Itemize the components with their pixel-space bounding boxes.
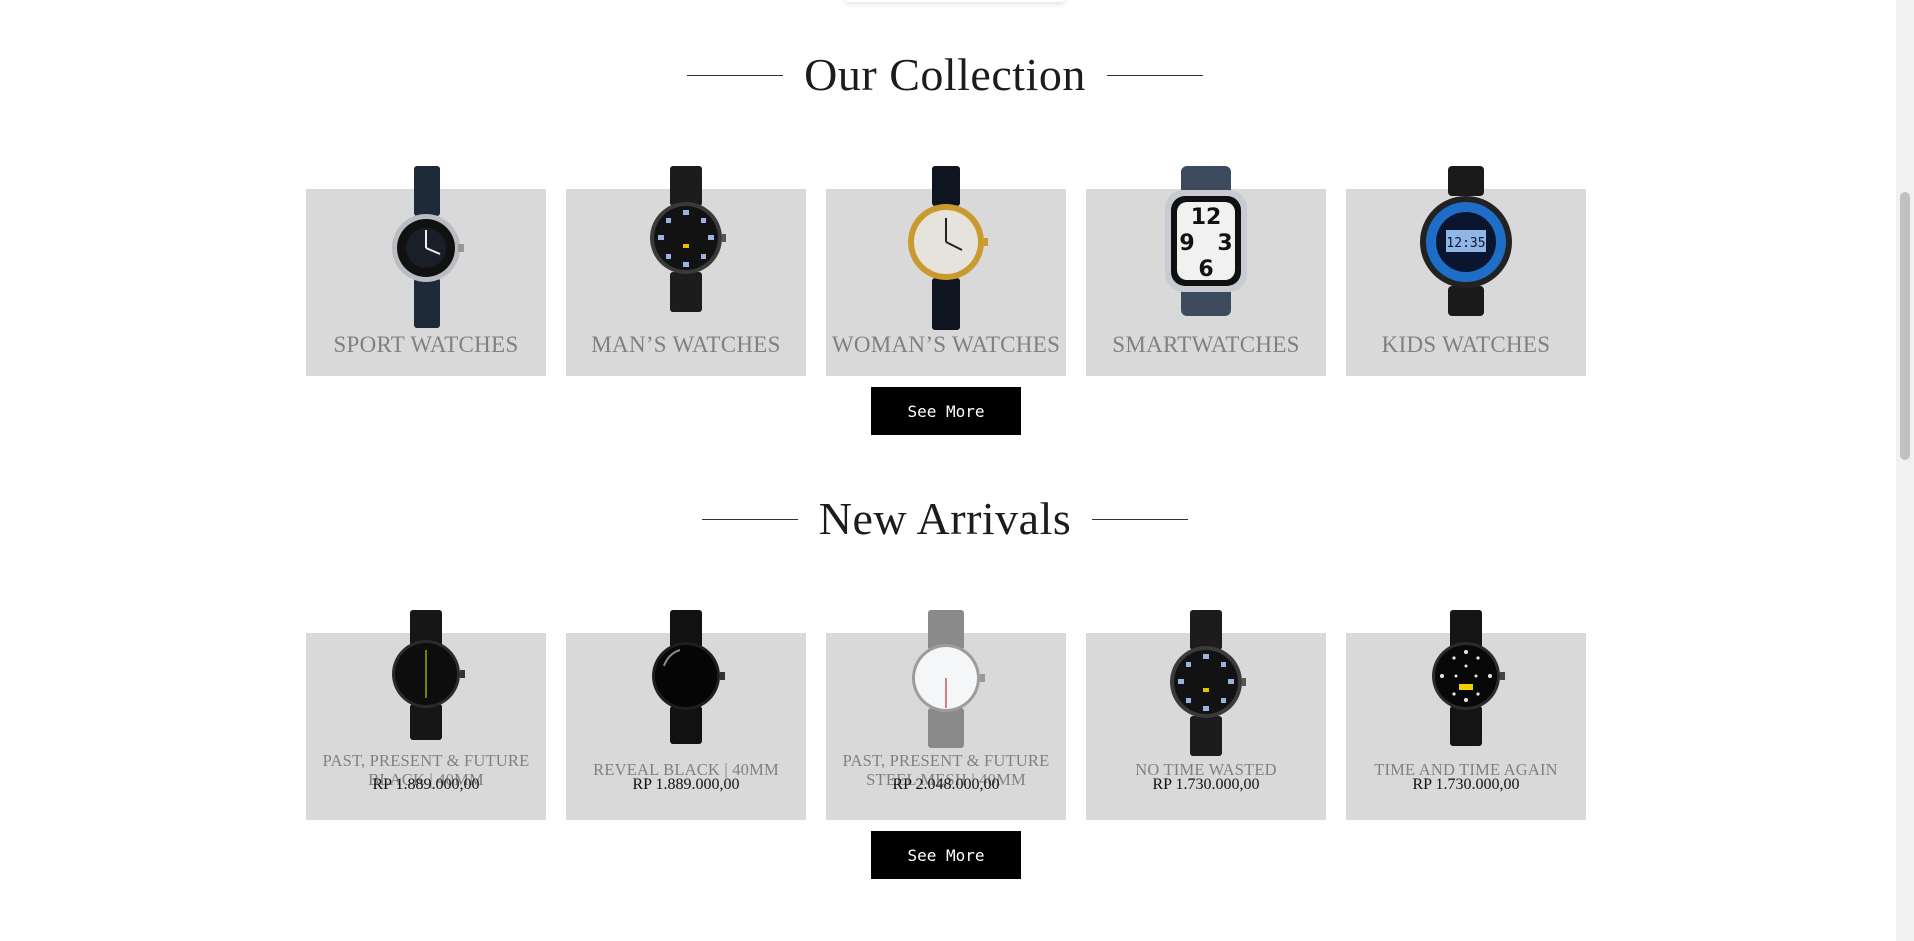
reveal-watch-icon xyxy=(652,610,725,744)
product-price: RP 1.730.000,00 xyxy=(1152,776,1260,793)
arrivals-grid: PAST, PRESENT & FUTURE BLACK | 40MM RP 1… xyxy=(306,610,1586,820)
collection-see-more-button[interactable]: See More xyxy=(871,387,1021,435)
collection-card-mens[interactable]: MAN’S WATCHES xyxy=(566,166,806,376)
collection-label: WOMAN’S WATCHES xyxy=(831,332,1061,357)
collection-label: SMARTWATCHES xyxy=(1112,332,1300,357)
heading-rule-left xyxy=(687,74,784,76)
svg-text:12: 12 xyxy=(1191,205,1222,230)
header-shadow-edge xyxy=(845,0,1065,2)
collection-card-sport[interactable]: SPORT WATCHES xyxy=(306,166,546,376)
steel-mesh-watch-icon xyxy=(912,610,985,748)
heading-rule-left xyxy=(701,518,798,520)
arrivals-see-more-button[interactable]: See More xyxy=(871,831,1021,879)
collection-grid: SPORT WATCHES MAN’S WATCHES WOMAN’S WATC… xyxy=(306,166,1586,376)
collection-card-womens[interactable]: WOMAN’S WATCHES xyxy=(826,166,1066,376)
product-price: RP 2.048.000,00 xyxy=(892,776,1000,793)
product-card[interactable]: REVEAL BLACK | 40MM RP 1.889.000,00 xyxy=(566,610,806,820)
product-price: RP 1.730.000,00 xyxy=(1412,776,1520,793)
heading-rule-right xyxy=(1106,74,1203,76)
scrollbar-thumb[interactable] xyxy=(1900,192,1910,460)
product-price: RP 1.889.000,00 xyxy=(372,776,480,793)
product-card[interactable]: TIME AND TIME AGAIN RP 1.730.000,00 xyxy=(1346,610,1586,820)
kids-watch-icon: 12:35 xyxy=(1420,166,1512,316)
womens-watch-icon xyxy=(908,166,988,330)
no-time-wasted-watch-icon xyxy=(1170,610,1246,756)
black-watch-icon xyxy=(392,610,465,740)
collection-label: KIDS WATCHES xyxy=(1381,332,1551,357)
heading-rule-right xyxy=(1092,518,1189,520)
svg-text:6: 6 xyxy=(1198,257,1213,282)
collection-heading: Our Collection xyxy=(0,52,1890,98)
time-and-time-again-watch-icon xyxy=(1432,610,1505,746)
smartwatch-icon: 12 9 3 6 xyxy=(1165,166,1247,316)
svg-text:12:35: 12:35 xyxy=(1446,236,1485,251)
product-name-line1: PAST, PRESENT & FUTURE xyxy=(322,751,530,770)
sport-watch-icon xyxy=(392,166,464,328)
collection-card-smart[interactable]: 12 9 3 6 SMARTWATCHES xyxy=(1086,166,1326,376)
product-card[interactable]: NO TIME WASTED RP 1.730.000,00 xyxy=(1086,610,1326,820)
svg-text:9: 9 xyxy=(1179,231,1194,256)
arrivals-title: New Arrivals xyxy=(818,493,1072,544)
collection-card-kids[interactable]: 12:35 KIDS WATCHES xyxy=(1346,166,1586,376)
product-card[interactable]: PAST, PRESENT & FUTURE BLACK | 40MM RP 1… xyxy=(306,610,546,820)
mens-watch-icon xyxy=(650,166,726,312)
svg-text:3: 3 xyxy=(1217,231,1232,256)
product-price: RP 1.889.000,00 xyxy=(632,776,740,793)
collection-title: Our Collection xyxy=(804,49,1086,100)
collection-label: MAN’S WATCHES xyxy=(591,332,781,357)
arrivals-heading: New Arrivals xyxy=(0,496,1890,542)
page-scrollbar[interactable] xyxy=(1896,0,1914,941)
product-card[interactable]: PAST, PRESENT & FUTURE STEEL MESH | 40MM… xyxy=(826,610,1066,820)
product-name-line1: PAST, PRESENT & FUTURE xyxy=(842,751,1050,770)
collection-label: SPORT WATCHES xyxy=(333,332,519,357)
